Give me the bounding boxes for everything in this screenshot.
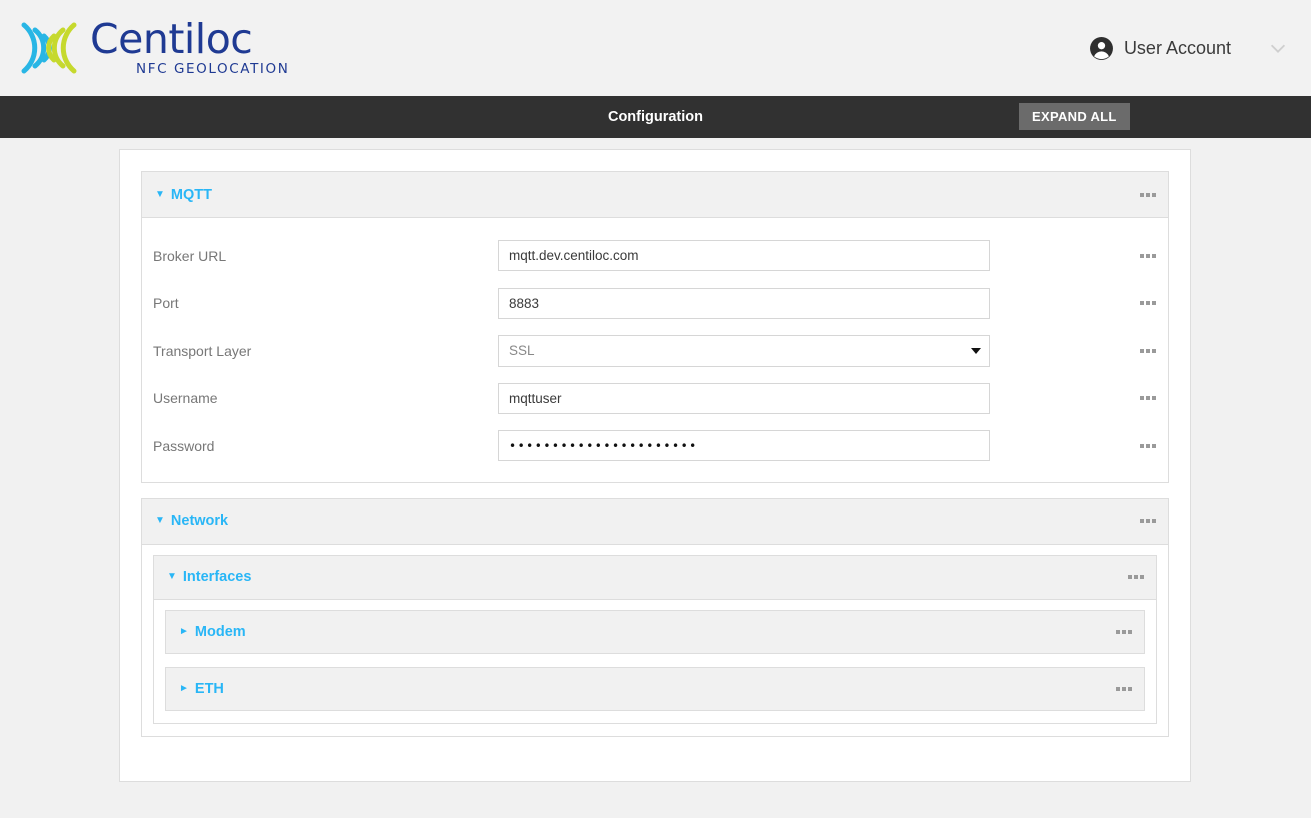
panel-network: ▼ Network ▼ Interfaces ► Modem ► ETH xyxy=(141,497,1169,737)
panel-mqtt: ▼ MQTT Broker URL Port xyxy=(141,171,1169,483)
field-wrap-broker-url xyxy=(498,240,990,272)
grip-dots-icon[interactable] xyxy=(1116,629,1132,634)
centiloc-waves-icon xyxy=(21,22,77,74)
caret-down-icon: ▼ xyxy=(155,515,165,526)
grip-dots-icon[interactable] xyxy=(1116,686,1132,691)
grip-dots-icon[interactable] xyxy=(1140,443,1156,448)
panel-title-network: Network xyxy=(170,513,229,529)
panel-title-modem: Modem xyxy=(194,623,246,640)
field-wrap-port xyxy=(498,287,990,319)
form-row-password: Password xyxy=(142,422,1168,470)
panel-header-eth[interactable]: ► ETH xyxy=(166,667,1144,710)
field-wrap-username xyxy=(498,382,990,414)
panel-title-mqtt: MQTT xyxy=(170,186,212,203)
brand-logo[interactable]: Centiloc NFC GEOLOCATION xyxy=(0,0,289,96)
grip-dots-icon[interactable] xyxy=(1140,348,1156,353)
label-transport-layer: Transport Layer xyxy=(153,342,252,359)
caret-right-icon: ► xyxy=(179,682,189,694)
caret-down-icon: ▼ xyxy=(167,571,177,582)
user-account-menu[interactable]: User Account xyxy=(1089,36,1311,61)
grip-dots-icon[interactable] xyxy=(1140,192,1156,197)
user-account-label: User Account xyxy=(1123,37,1231,58)
chevron-down-icon[interactable] xyxy=(1267,37,1289,59)
label-username: Username xyxy=(153,390,218,407)
label-broker-url: Broker URL xyxy=(153,247,227,264)
panel-header-network[interactable]: ▼ Network xyxy=(142,498,1168,545)
panel-eth: ► ETH xyxy=(165,666,1145,711)
page-body: ▼ MQTT Broker URL Port xyxy=(0,138,1311,818)
panel-interfaces: ▼ Interfaces ► Modem ► ETH xyxy=(153,554,1157,724)
panel-title-eth: ETH xyxy=(194,680,224,697)
panel-header-modem[interactable]: ► Modem xyxy=(166,610,1144,653)
grip-dots-icon[interactable] xyxy=(1128,575,1144,579)
grip-dots-icon[interactable] xyxy=(1140,301,1156,306)
label-port: Port xyxy=(153,295,179,312)
caret-right-icon: ► xyxy=(179,625,189,637)
broker-url-input[interactable] xyxy=(498,240,990,272)
user-avatar-icon xyxy=(1089,36,1113,60)
password-input[interactable] xyxy=(498,430,990,462)
form-row-transport-layer: Transport Layer SSL xyxy=(142,327,1168,375)
brand-name: Centiloc xyxy=(90,15,253,64)
field-wrap-transport-layer: SSL xyxy=(498,334,990,367)
panel-modem: ► Modem xyxy=(165,609,1145,654)
field-wrap-password xyxy=(498,430,990,462)
form-row-broker-url: Broker URL xyxy=(142,232,1168,280)
brand-wordmark: Centiloc NFC GEOLOCATION xyxy=(90,19,289,77)
port-input[interactable] xyxy=(498,287,990,319)
grip-dots-icon[interactable] xyxy=(1140,396,1156,401)
app-header: Centiloc NFC GEOLOCATION User Account xyxy=(0,0,1311,96)
form-row-port: Port xyxy=(142,280,1168,328)
grip-dots-icon[interactable] xyxy=(1140,253,1156,258)
panel-body-mqtt: Broker URL Port Transport Layer xyxy=(142,218,1168,482)
label-password: Password xyxy=(153,437,215,454)
brand-tagline: NFC GEOLOCATION xyxy=(136,61,290,78)
panel-body-network: ▼ Interfaces ► Modem ► ETH xyxy=(142,545,1168,736)
form-row-username: Username xyxy=(142,375,1168,423)
configuration-card: ▼ MQTT Broker URL Port xyxy=(119,149,1191,782)
transport-layer-select[interactable]: SSL xyxy=(498,334,990,367)
panel-title-interfaces: Interfaces xyxy=(182,569,252,585)
transport-layer-select-wrap: SSL xyxy=(498,334,990,367)
username-input[interactable] xyxy=(498,382,990,414)
panel-header-mqtt[interactable]: ▼ MQTT xyxy=(142,172,1168,218)
caret-down-icon: ▼ xyxy=(155,188,165,200)
panel-header-interfaces[interactable]: ▼ Interfaces xyxy=(154,555,1156,600)
panel-body-interfaces: ► Modem ► ETH xyxy=(154,600,1156,723)
expand-all-button[interactable]: EXPAND ALL xyxy=(1019,103,1130,130)
grip-dots-icon[interactable] xyxy=(1140,519,1156,523)
